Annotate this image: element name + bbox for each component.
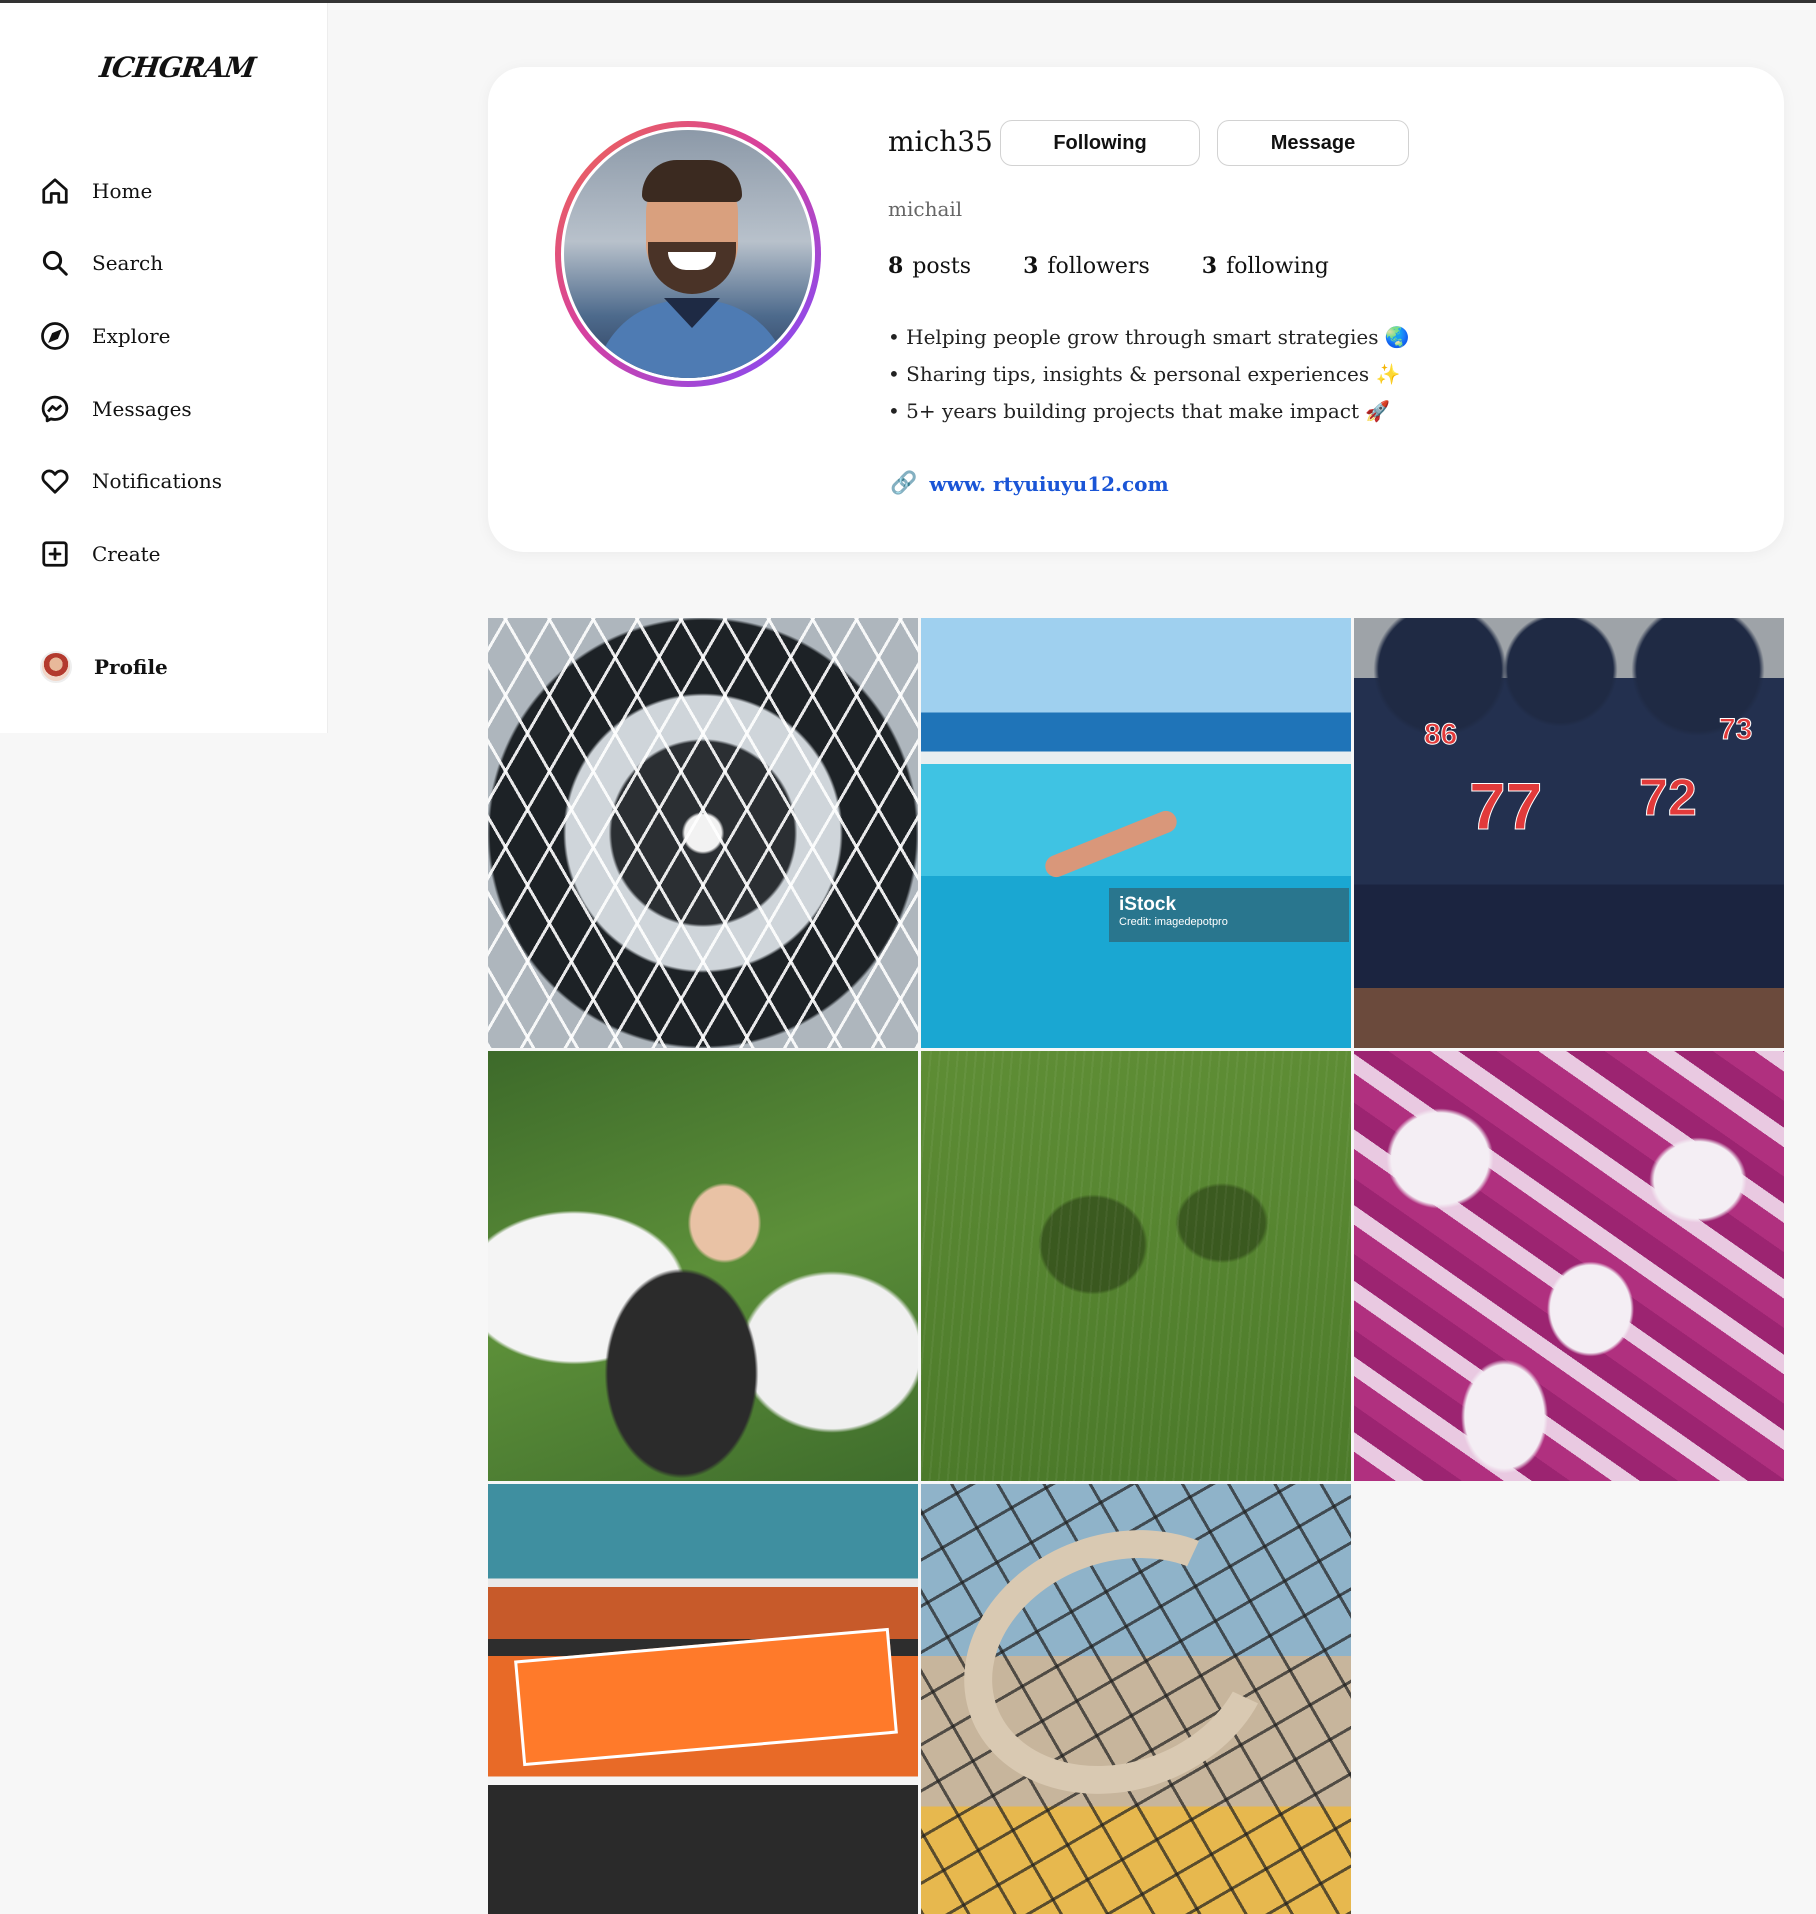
following-label: following [1226, 254, 1329, 279]
sidebar-item-messages[interactable]: Messages [40, 394, 192, 424]
sidebar-item-explore[interactable]: Explore [40, 321, 171, 351]
watermark: iStock Credit: imagedepotpro [1109, 888, 1349, 942]
posts-grid: iStock Credit: imagedepotpro 86 77 72 73 [488, 618, 1784, 1914]
website-text: www. rtyuiuyu12.com [929, 471, 1169, 496]
sidebar-item-label: Notifications [92, 469, 223, 493]
post-thumbnail[interactable] [921, 1051, 1351, 1481]
heart-icon [41, 469, 69, 494]
message-button[interactable]: Message [1217, 120, 1409, 166]
sidebar-item-create[interactable]: Create [40, 539, 161, 569]
watermark-brand: iStock [1119, 894, 1177, 915]
jersey-number: 73 [1718, 713, 1753, 747]
following-count: 3 [1201, 253, 1218, 279]
post-thumbnail[interactable] [488, 1484, 918, 1914]
profile-avatar[interactable] [561, 127, 815, 381]
post-thumbnail[interactable] [488, 1051, 918, 1481]
bio-line: • Helping people grow through smart stra… [888, 325, 1410, 349]
posts-count: 8 [888, 253, 904, 279]
sidebar-item-label: Create [92, 542, 161, 566]
profile-avatar-ring [555, 121, 821, 387]
post-thumbnail[interactable]: 86 77 72 73 [1354, 618, 1784, 1048]
profile-stats: 8 posts 3 followers 3 following [888, 253, 1329, 279]
sidebar-item-profile[interactable]: Profile [40, 651, 168, 683]
home-icon [42, 178, 68, 204]
jersey-number: 86 [1423, 718, 1458, 752]
messenger-icon [41, 395, 69, 423]
post-thumbnail[interactable] [488, 618, 918, 1048]
plus-square-icon [42, 541, 68, 567]
sidebar-item-label: Search [92, 251, 164, 275]
search-icon [42, 250, 68, 276]
sidebar-item-notifications[interactable]: Notifications [40, 466, 222, 496]
profile-username: mich35 [888, 125, 993, 158]
profile-bio: • Helping people grow through smart stra… [888, 319, 1410, 430]
stat-followers[interactable]: 3 followers [1023, 253, 1150, 279]
sidebar-item-label: Home [92, 179, 153, 203]
stat-posts: 8 posts [888, 253, 971, 279]
watermark-credit: Credit: imagedepotpro [1119, 916, 1228, 928]
profile-website-link[interactable]: 🔗 www. rtyuiuyu12.com [890, 471, 1169, 496]
sidebar-item-label: Messages [92, 397, 192, 421]
profile-full-name: michail [888, 197, 963, 221]
sidebar: ICHGRAM Home Search Explore Messages Not… [0, 3, 328, 733]
jersey-number: 72 [1639, 769, 1698, 828]
sidebar-item-search[interactable]: Search [40, 248, 163, 278]
bio-line: • Sharing tips, insights & personal expe… [888, 362, 1401, 386]
followers-count: 3 [1023, 253, 1039, 279]
posts-label: posts [912, 254, 972, 279]
bio-line: • 5+ years building projects that make i… [888, 399, 1391, 423]
sidebar-item-home[interactable]: Home [40, 176, 152, 206]
followers-label: followers [1047, 254, 1150, 279]
profile-header-card: mich35 Following Message michail 8 posts … [488, 67, 1784, 552]
post-thumbnail[interactable] [1354, 1051, 1784, 1481]
compass-icon [41, 322, 69, 350]
following-button[interactable]: Following [1000, 120, 1200, 166]
post-thumbnail[interactable] [921, 1484, 1351, 1914]
sidebar-item-label: Profile [94, 655, 168, 679]
app-logo[interactable]: ICHGRAM [98, 51, 257, 84]
jersey-number: 77 [1468, 769, 1543, 844]
post-thumbnail[interactable]: iStock Credit: imagedepotpro [921, 618, 1351, 1048]
link-icon: 🔗 [890, 471, 918, 496]
avatar [40, 651, 72, 683]
stat-following[interactable]: 3 following [1202, 253, 1329, 279]
sidebar-item-label: Explore [92, 324, 171, 348]
